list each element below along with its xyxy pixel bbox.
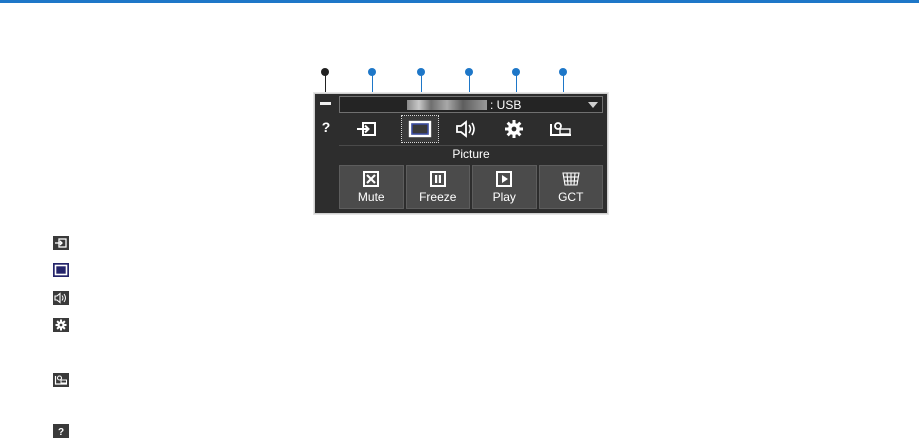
freeze-button[interactable]: Freeze: [405, 165, 470, 209]
function-buttons: Mute Freeze Play GCT: [339, 165, 603, 209]
picture-icon: [53, 263, 69, 277]
help-button[interactable]: ?: [318, 118, 334, 136]
mute-icon: [363, 171, 380, 187]
input-icon: [53, 236, 69, 250]
control-panel-window: ? : USB Picture Mute Freeze Play GCT: [314, 93, 608, 214]
chevron-down-icon[interactable]: [588, 102, 598, 108]
gct-button-label: GCT: [558, 190, 584, 204]
freeze-button-label: Freeze: [419, 190, 457, 204]
source-selector[interactable]: : USB: [339, 96, 603, 113]
freeze-icon: [429, 171, 446, 187]
gct-button[interactable]: GCT: [538, 165, 603, 209]
help-icon: ?: [53, 424, 69, 438]
minimize-button[interactable]: [320, 102, 331, 105]
side-strip: ?: [315, 94, 337, 213]
play-button-label: Play: [492, 190, 516, 204]
sound-icon: [53, 291, 69, 305]
gct-icon: [562, 172, 580, 186]
input-icon[interactable]: [349, 116, 385, 142]
mute-button[interactable]: Mute: [339, 165, 404, 209]
source-value: : USB: [490, 98, 522, 112]
projector-info-icon[interactable]: [543, 116, 579, 142]
play-button[interactable]: Play: [472, 165, 537, 209]
redacted-device-name: [407, 100, 487, 110]
header-rule: [0, 0, 919, 3]
picture-icon[interactable]: [401, 115, 439, 143]
play-icon: [496, 171, 513, 187]
mute-button-label: Mute: [357, 190, 385, 204]
projector-info-icon: [53, 373, 69, 387]
toolbar: [339, 115, 603, 143]
settings-gear-icon: [53, 318, 69, 332]
svg-text:?: ?: [58, 427, 64, 438]
sound-icon[interactable]: [449, 116, 485, 142]
settings-gear-icon[interactable]: [496, 116, 532, 142]
mode-title: Picture: [339, 145, 603, 162]
